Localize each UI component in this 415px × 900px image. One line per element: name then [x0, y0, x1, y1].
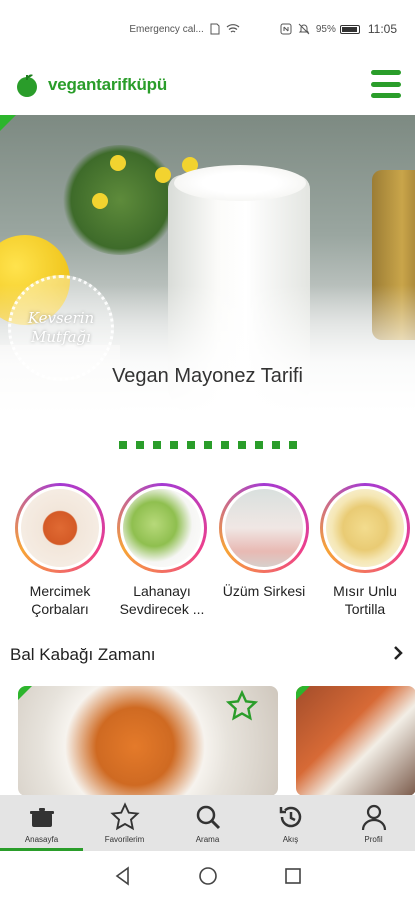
history-icon [279, 806, 301, 828]
nav-label: Arama [195, 835, 220, 844]
chevron-right-icon[interactable] [391, 644, 405, 667]
category-item[interactable]: Mısır Unlu Tortilla [315, 483, 415, 618]
nav-item-favorilerim[interactable]: Favorilerim [83, 795, 166, 851]
category-label: Mercimek Çorbaları [29, 583, 91, 617]
category-label: Üzüm Sirkesi [222, 583, 306, 599]
carousel-dot[interactable] [271, 441, 280, 449]
apple-logo-icon[interactable] [14, 72, 40, 98]
carousel-dot[interactable] [169, 441, 178, 449]
back-icon[interactable] [112, 865, 134, 887]
wifi-icon [226, 24, 240, 34]
nav-label: Profil [364, 835, 383, 844]
nav-label: Anasayfa [24, 835, 59, 844]
search-icon [196, 805, 220, 830]
recipe-card[interactable] [296, 686, 415, 796]
section-title: Bal Kabağı Zamanı [10, 645, 156, 664]
recipe-card[interactable] [18, 686, 278, 796]
carousel-dot[interactable] [237, 441, 246, 449]
category-image [222, 486, 306, 570]
home-icon[interactable] [197, 865, 219, 887]
carousel-dot[interactable] [288, 441, 297, 449]
bottom-navigation: Anasayfa Favorilerim Arama Akış Profil [0, 795, 415, 851]
emergency-call-text: Emergency cal... [129, 23, 204, 35]
carousel-dot[interactable] [118, 441, 127, 449]
favorite-star-icon[interactable] [225, 689, 259, 728]
carousel-dot[interactable] [254, 441, 263, 449]
recents-icon[interactable] [282, 865, 304, 887]
nav-item-anasayfa[interactable]: Anasayfa [0, 795, 83, 851]
card-corner-badge [18, 686, 32, 700]
sim-icon [210, 23, 220, 35]
carousel-dot[interactable] [203, 441, 212, 449]
category-image [120, 486, 204, 570]
system-navigation-bar [0, 851, 415, 900]
battery-icon [339, 24, 360, 34]
user-icon [361, 804, 386, 831]
nav-label: Favorilerim [104, 835, 145, 844]
status-bar: Emergency cal... 95% 11:05 [0, 0, 415, 58]
nav-item-arama[interactable]: Arama [166, 795, 249, 851]
hamburger-menu-icon[interactable] [371, 70, 401, 98]
clock-time: 11:05 [367, 22, 397, 36]
hero-slide[interactable]: Kevserin Mutfağı Vegan Mayonez Tarifi [0, 115, 415, 415]
mute-icon [298, 23, 310, 35]
category-image [323, 486, 407, 570]
category-label: Mısır Unlu Tortilla [333, 583, 397, 617]
nav-item-akis[interactable]: Akış [249, 795, 332, 851]
hero-corner-badge [0, 115, 16, 131]
nav-label: Akış [282, 835, 299, 844]
carousel-dot[interactable] [152, 441, 161, 449]
brand-name[interactable]: vegantarifküpü [48, 75, 167, 95]
category-row: Mercimek Çorbaları Lahanayı Sevdirecek .… [0, 483, 415, 633]
category-item[interactable]: Lahanayı Sevdirecek ... [112, 483, 212, 618]
category-image [18, 486, 102, 570]
category-label: Lahanayı Sevdirecek ... [119, 583, 205, 617]
category-item[interactable]: Üzüm Sirkesi [214, 483, 314, 601]
battery-percent: 95% [315, 23, 336, 35]
section-header: Bal Kabağı Zamanı [10, 640, 405, 670]
nav-item-profil[interactable]: Profil [332, 795, 415, 851]
category-item[interactable]: Mercimek Çorbaları [10, 483, 110, 618]
card-corner-badge [296, 686, 310, 700]
star-icon [109, 802, 140, 831]
pot-icon [29, 808, 54, 827]
hero-title[interactable]: Vegan Mayonez Tarifi [0, 365, 415, 388]
carousel-dot[interactable] [220, 441, 229, 449]
carousel-indicator [0, 441, 415, 449]
app-header: vegantarifküpü [0, 58, 415, 112]
carousel-dot[interactable] [135, 441, 144, 449]
carousel-dot[interactable] [186, 441, 195, 449]
nfc-icon [280, 23, 292, 35]
